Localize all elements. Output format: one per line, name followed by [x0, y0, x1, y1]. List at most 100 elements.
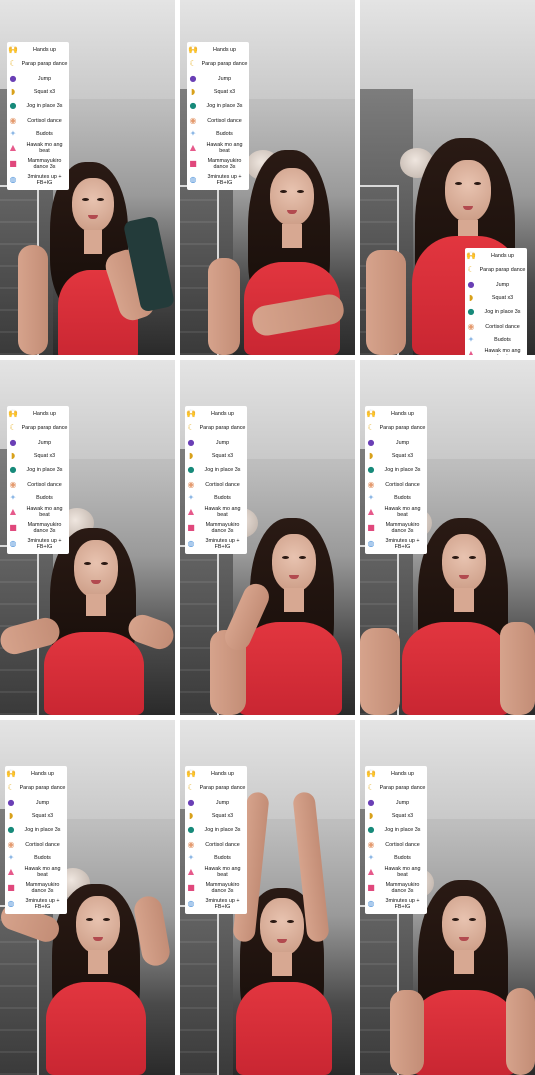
- menu-item-label: Budots: [214, 854, 231, 861]
- blue-sparkle-icon: ✦: [187, 492, 195, 502]
- peach-swirl-icon: ◉: [367, 479, 375, 489]
- gift-box-icon: ■: [9, 523, 17, 532]
- menu-item-label: 3minutes up + FB+IG: [205, 898, 240, 910]
- menu-item: ◗ Squat x3: [465, 291, 527, 304]
- menu-panel: 🙌 Hands up ☾ Parap parap dance ● Jump ◗ Squat x…: [7, 406, 69, 554]
- purple-character-icon: ●: [367, 437, 375, 447]
- menu-item-label: Budots: [36, 130, 53, 137]
- gift-box-icon: ■: [367, 883, 375, 892]
- menu-item-label: 3minutes up + FB+IG: [207, 174, 242, 186]
- video-frame-1: 🙌 Hands up ☾ Parap parap dance ● Jump ◗ Squat x…: [0, 0, 175, 355]
- peach-swirl-icon: ◉: [187, 479, 195, 489]
- purple-character-icon: ●: [9, 73, 17, 83]
- crescent-moon-icon: ☾: [7, 783, 15, 792]
- menu-item-label: Jog in place 3s: [484, 309, 521, 315]
- menu-item-label: Budots: [34, 854, 51, 861]
- menu-item: ◉ Cortisol dance: [185, 478, 247, 491]
- crescent-moon-icon: ☾: [189, 59, 197, 68]
- menu-panel: 🙌 Hands up ☾ Parap parap dance ● Jump ◗ Squat x…: [7, 42, 69, 190]
- menu-item-label: Cortisol dance: [205, 481, 240, 488]
- banana-icon: ◗: [10, 86, 16, 96]
- menu-item-label: Jog in place 3s: [24, 827, 61, 833]
- menu-item-label: Hawak mo ang beat: [384, 506, 421, 518]
- menu-item: ■ Mammayukiro dance 3s: [185, 520, 247, 536]
- menu-item: ▲ Hawak mo ang beat: [7, 504, 69, 520]
- menu-item-label: Hawak mo ang beat: [484, 348, 521, 355]
- menu-item-label: Hands up: [210, 770, 235, 777]
- menu-panel: 🙌 Hands up ☾ Parap parap dance ● Jump ◗ Squat x…: [365, 406, 427, 554]
- blue-sparkle-icon: ✦: [9, 492, 17, 502]
- menu-item-label: Cortisol dance: [385, 481, 420, 488]
- menu-panel: 🙌 Hands up ☾ Parap parap dance ● Jump ◗ Squat x…: [5, 766, 67, 914]
- menu-item-label: Budots: [494, 336, 511, 343]
- menu-item: ◗ Squat x3: [185, 449, 247, 462]
- menu-item-label: Squat x3: [211, 452, 234, 459]
- menu-item: ◗ Squat x3: [185, 809, 247, 822]
- menu-item-label: Hawak mo ang beat: [384, 866, 421, 878]
- menu-item-label: 3minutes up + FB+IG: [385, 898, 420, 910]
- teal-monster-icon: ●: [9, 101, 17, 110]
- menu-item: ◗ Squat x3: [187, 85, 249, 98]
- menu-item-label: 3minutes up + FB+IG: [25, 898, 60, 910]
- menu-item-label: Cortisol dance: [27, 117, 62, 124]
- blue-sparkle-icon: ✦: [9, 128, 17, 138]
- blue-sparkle-icon: ✦: [189, 128, 197, 138]
- menu-item: ☾ Parap parap dance: [187, 56, 249, 72]
- planet-icon: ◍: [9, 175, 17, 184]
- menu-item: ● Jog in place 3s: [465, 304, 527, 320]
- purple-character-icon: ●: [467, 279, 475, 289]
- menu-item: ● Jump: [185, 436, 247, 449]
- cake-icon: ▲: [7, 867, 15, 876]
- menu-item-label: 3minutes up + FB+IG: [27, 174, 62, 186]
- menu-item: ● Jog in place 3s: [5, 822, 67, 838]
- cake-icon: ▲: [467, 349, 475, 355]
- purple-character-icon: ●: [187, 437, 195, 447]
- menu-item-label: Parap parap dance: [199, 785, 246, 791]
- menu-item: ■ Mammayukiro dance 3s: [187, 156, 249, 172]
- video-frame-9: 🙌 Hands up ☾ Parap parap dance ● Jump ◗ Squat x…: [360, 720, 535, 1075]
- menu-item: ◍ 3minutes up + FB+IG: [185, 896, 247, 912]
- planet-icon: ◍: [367, 899, 375, 908]
- menu-item: ◍ 3minutes up + FB+IG: [187, 172, 249, 188]
- menu-item: 🙌 Hands up: [7, 43, 69, 56]
- menu-item-label: 3minutes up + FB+IG: [385, 538, 420, 550]
- menu-item: ◉ Cortisol dance: [465, 320, 527, 333]
- blue-sparkle-icon: ✦: [7, 852, 15, 862]
- menu-item-label: Cortisol dance: [485, 323, 520, 330]
- menu-panel: 🙌 Hands up ☾ Parap parap dance ● Jump ◗ Squat x…: [185, 406, 247, 554]
- menu-item: ◍ 3minutes up + FB+IG: [365, 536, 427, 552]
- peach-swirl-icon: ◉: [7, 839, 15, 849]
- menu-item: ☾ Parap parap dance: [365, 780, 427, 796]
- menu-item: ◉ Cortisol dance: [365, 838, 427, 851]
- peach-swirl-icon: ◉: [367, 839, 375, 849]
- raised-hands-icon: 🙌: [188, 44, 198, 54]
- teal-monster-icon: ●: [187, 825, 195, 834]
- menu-item-label: Mammayukiro dance 3s: [385, 522, 420, 534]
- gift-box-icon: ■: [367, 523, 375, 532]
- video-frame-6: 🙌 Hands up ☾ Parap parap dance ● Jump ◗ Squat x…: [360, 360, 535, 715]
- raised-hands-icon: 🙌: [466, 250, 476, 260]
- menu-item-label: Jog in place 3s: [26, 103, 63, 109]
- raised-hands-icon: 🙌: [186, 768, 196, 778]
- raised-hands-icon: 🙌: [366, 408, 376, 418]
- menu-item-label: Cortisol dance: [25, 841, 60, 848]
- menu-item: ◗ Squat x3: [7, 85, 69, 98]
- menu-item: ◉ Cortisol dance: [5, 838, 67, 851]
- menu-item: 🙌 Hands up: [7, 407, 69, 420]
- menu-item: ■ Mammayukiro dance 3s: [5, 880, 67, 896]
- menu-item: ◗ Squat x3: [7, 449, 69, 462]
- cake-icon: ▲: [367, 507, 375, 516]
- menu-item: ◉ Cortisol dance: [7, 478, 69, 491]
- menu-item-label: 3minutes up + FB+IG: [205, 538, 240, 550]
- menu-item: ☾ Parap parap dance: [5, 780, 67, 796]
- menu-item-label: Jump: [37, 75, 52, 82]
- purple-character-icon: ●: [189, 73, 197, 83]
- planet-icon: ◍: [187, 899, 195, 908]
- crescent-moon-icon: ☾: [367, 783, 375, 792]
- menu-item: ● Jump: [7, 72, 69, 85]
- video-frame-5: 🙌 Hands up ☾ Parap parap dance ● Jump ◗ Squat x…: [180, 360, 355, 715]
- menu-item: ▲ Hawak mo ang beat: [365, 864, 427, 880]
- menu-item: ● Jog in place 3s: [185, 462, 247, 478]
- menu-item-label: Squat x3: [391, 812, 414, 819]
- crescent-moon-icon: ☾: [467, 265, 475, 274]
